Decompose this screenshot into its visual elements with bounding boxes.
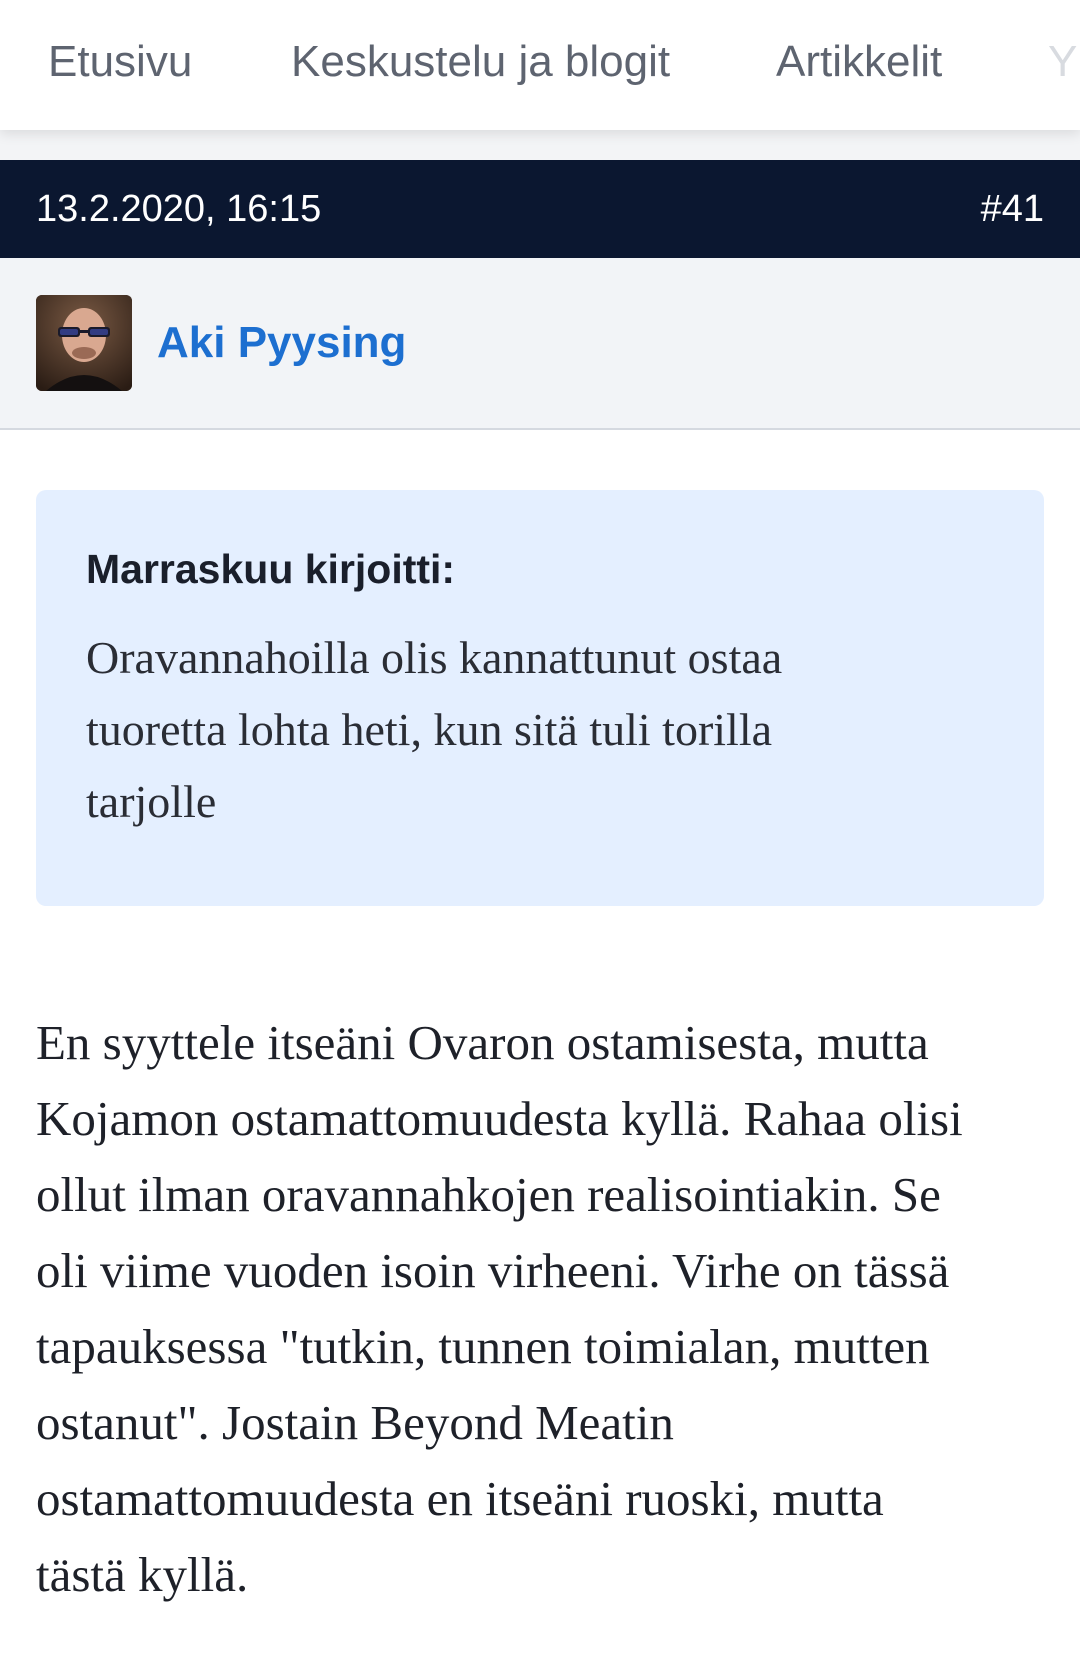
quote-text: Oravannahoilla olis kannattunut ostaa tu… bbox=[86, 622, 1006, 838]
body-line: Kojamon ostamattomuudesta kyllä. Rahaa o… bbox=[36, 1091, 963, 1146]
quote-block: Marraskuu kirjoitti: Oravannahoilla olis… bbox=[36, 490, 1044, 906]
body-line: ollut ilman oravannahkojen realisointiak… bbox=[36, 1167, 941, 1222]
body-line: ostamattomuudesta en itseäni ruoski, mut… bbox=[36, 1471, 884, 1526]
nav-tab-next-partial[interactable]: Y bbox=[1048, 36, 1077, 88]
author-bar: Aki Pyysing bbox=[0, 258, 1080, 430]
quote-line: tarjolle bbox=[86, 776, 217, 827]
page-gap bbox=[0, 130, 1080, 160]
post-date: 13.2.2020, 16:15 bbox=[36, 188, 322, 230]
author-name-link[interactable]: Aki Pyysing bbox=[157, 316, 406, 370]
nav-tab-etusivu[interactable]: Etusivu bbox=[48, 36, 192, 88]
quote-line: tuoretta lohta heti, kun sitä tuli toril… bbox=[86, 704, 773, 755]
post-body: En syyttele itseäni Ovaron ostamisesta, … bbox=[36, 1005, 1056, 1613]
nav-tab-keskustelu[interactable]: Keskustelu ja blogit bbox=[291, 36, 670, 88]
nav-tab-artikkelit[interactable]: Artikkelit bbox=[776, 36, 942, 88]
post-number-link[interactable]: #41 bbox=[981, 186, 1044, 232]
body-line: tapauksessa "tutkin, tunnen toimialan, m… bbox=[36, 1319, 930, 1374]
avatar-photo-icon bbox=[36, 295, 132, 391]
body-line: ostanut". Jostain Beyond Meatin bbox=[36, 1395, 674, 1450]
body-line: oli viime vuoden isoin virheeni. Virhe o… bbox=[36, 1243, 950, 1298]
body-line: tästä kyllä. bbox=[36, 1547, 249, 1602]
quote-author[interactable]: Marraskuu kirjoitti: bbox=[86, 544, 455, 594]
body-line: En syyttele itseäni Ovaron ostamisesta, … bbox=[36, 1015, 929, 1070]
author-avatar[interactable] bbox=[36, 295, 132, 391]
quote-line: Oravannahoilla olis kannattunut ostaa bbox=[86, 632, 783, 683]
top-navigation: Etusivu Keskustelu ja blogit Artikkelit … bbox=[0, 0, 1080, 130]
post-header: 13.2.2020, 16:15 #41 bbox=[0, 160, 1080, 258]
